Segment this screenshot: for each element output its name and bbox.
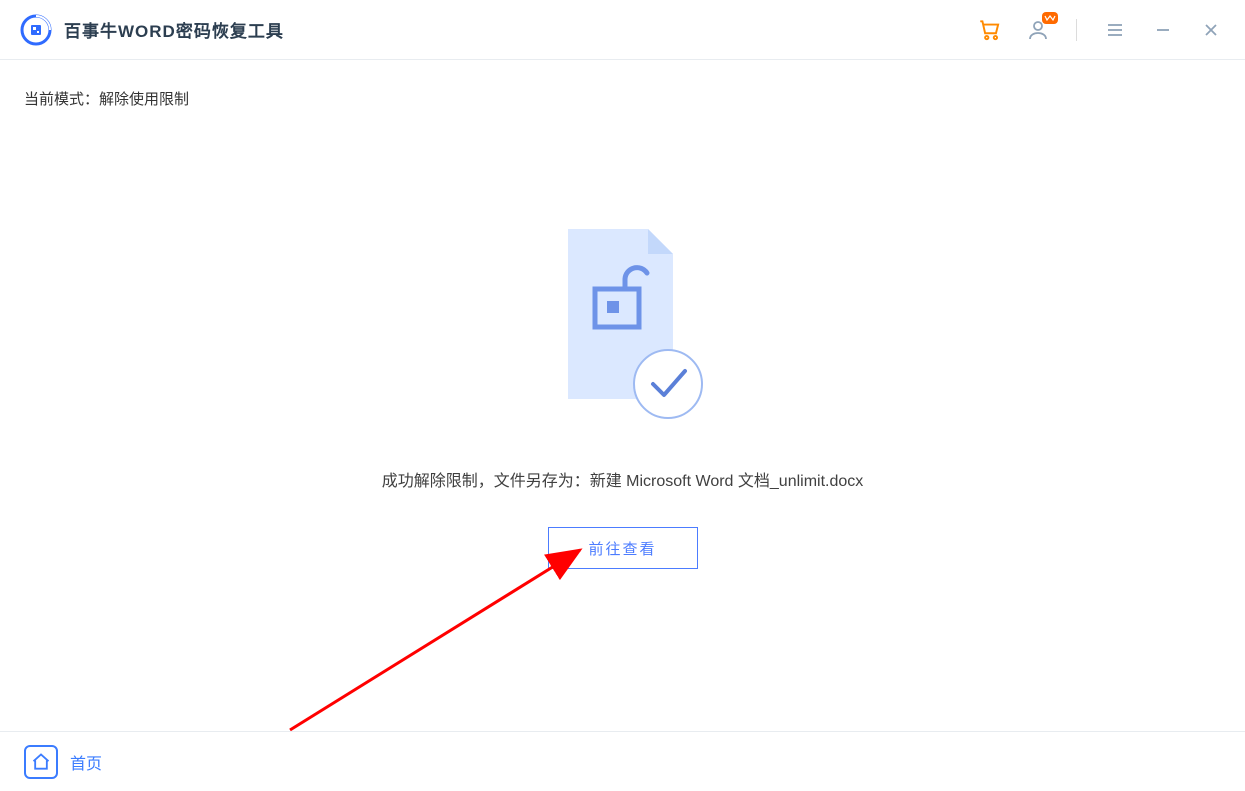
home-label[interactable]: 首页 (70, 750, 102, 774)
checkmark-icon (634, 350, 702, 418)
home-icon (31, 752, 51, 772)
close-icon[interactable] (1197, 16, 1225, 44)
user-icon[interactable] (1024, 16, 1052, 44)
success-illustration (533, 219, 713, 419)
success-filename: 新建 Microsoft Word 文档_unlimit.docx (590, 473, 864, 490)
current-mode: 当前模式：解除使用限制 (0, 60, 213, 119)
header-divider (1076, 19, 1077, 41)
menu-icon[interactable] (1101, 16, 1129, 44)
success-prefix: 成功解除限制，文件另存为： (382, 473, 590, 490)
footer-bar: 首页 (0, 731, 1245, 791)
title-bar: 百事牛WORD密码恢复工具 (0, 0, 1245, 60)
minimize-icon[interactable] (1149, 16, 1177, 44)
app-logo-icon (20, 14, 52, 46)
header-right (976, 16, 1225, 44)
go-view-button[interactable]: 前往查看 (548, 527, 698, 569)
header-left: 百事牛WORD密码恢复工具 (20, 14, 284, 46)
success-message: 成功解除限制，文件另存为：新建 Microsoft Word 文档_unlimi… (382, 467, 864, 491)
app-title: 百事牛WORD密码恢复工具 (64, 17, 284, 42)
main-content: 当前模式：解除使用限制 成功解除限制，文件另存为：新建 Microsoft Wo… (0, 60, 1245, 731)
mode-value: 解除使用限制 (99, 91, 189, 108)
cart-icon[interactable] (976, 16, 1004, 44)
home-button[interactable] (24, 745, 58, 779)
mode-label: 当前模式： (24, 91, 99, 108)
vip-badge-icon (1042, 12, 1058, 24)
